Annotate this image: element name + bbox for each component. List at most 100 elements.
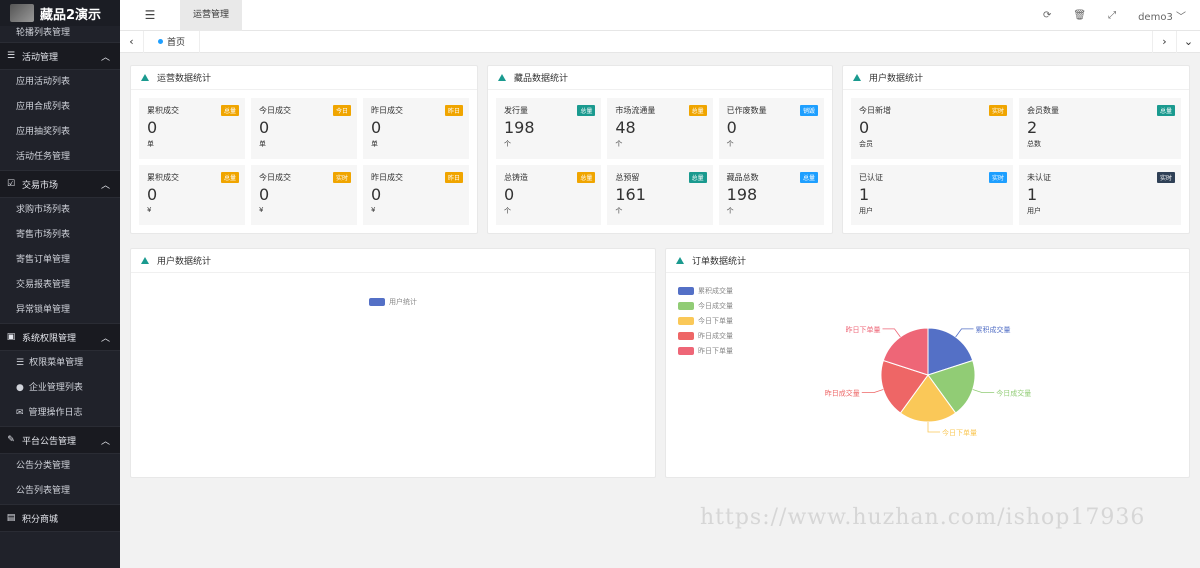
stat-unit: 用户 — [1027, 206, 1041, 215]
panel-user-stats: 用户数据统计 今日新增 实时 0 会员 会员数量 总量 2 总数 已认证 实时 1 用户 未认证 实时 1 用… — [842, 65, 1190, 234]
stat-value: 198 — [726, 184, 758, 204]
tab-operations[interactable]: 运营管理 — [180, 0, 243, 31]
list-icon: ☰ — [6, 51, 16, 61]
lock-icon: ▣ — [6, 332, 16, 342]
sidebar-group-market[interactable]: ☑ 交易市场 ︿ — [0, 170, 120, 198]
stat-value: 0 — [147, 184, 158, 204]
sidebar-group-notice[interactable]: ✎ 平台公告管理 ︿ — [0, 426, 120, 454]
mail-icon: ✉ — [16, 408, 24, 418]
stat-unit: 个 — [504, 140, 511, 148]
sidebar-item[interactable]: 应用抽奖列表 — [0, 120, 120, 145]
app-title: 藏品2演示 — [40, 7, 102, 23]
stat-value: 198 — [504, 118, 535, 137]
legend-item-user-stats[interactable]: 用户统计 — [369, 294, 417, 309]
edit-icon: ✎ — [7, 435, 15, 445]
stat-badge: 实时 — [332, 171, 351, 183]
chevron-down-icon[interactable]: ⌄ — [1176, 30, 1200, 53]
sidebar-item[interactable]: 应用活动列表 — [0, 70, 120, 95]
sidebar-group-permissions[interactable]: ▣ 系统权限管理 ︿ — [0, 323, 120, 351]
stat-unit: 单 — [259, 140, 266, 148]
stat-card: 总铸造 总量 0 个 — [496, 164, 602, 225]
watermark: https://www.huzhan.com/ishop17936 — [700, 505, 1146, 530]
stat-badge: 总量 — [220, 105, 239, 116]
stat-card: 藏品总数 总量 198 个 — [718, 164, 824, 225]
warning-icon — [141, 257, 149, 264]
chevron-right-icon[interactable]: › — [1152, 30, 1176, 53]
panel-ops-stats: 运营数据统计 累积成交 总量 0 单今日成交 今日 0 单昨日成交 昨日 0 单累积成交 总量 0 ¥ 今… — [130, 65, 478, 234]
stat-value: 48 — [615, 118, 636, 137]
stat-value: 0 — [259, 184, 270, 204]
stat-badge: 今日 — [332, 105, 351, 116]
stat-unit: 个 — [615, 206, 623, 215]
sidebar-item[interactable]: 应用合成列表 — [0, 95, 120, 120]
chevron-up-icon: ︿ — [100, 333, 110, 344]
refresh-icon[interactable]: ⟳ — [1043, 10, 1051, 21]
sidebar-item[interactable]: 公告分类管理 — [0, 454, 120, 479]
pie-label: 昨日成交量 — [825, 389, 860, 398]
stat-card: 今日新增 实时 0 会员 — [851, 98, 1013, 159]
sidebar-item-carousel[interactable]: 轮播列表管理 — [0, 26, 120, 42]
sidebar-item[interactable]: 寄售市场列表 — [0, 223, 120, 248]
chevron-left-icon[interactable]: ‹ — [120, 30, 144, 53]
pie-label-line — [861, 389, 884, 394]
sidebar-group-activity[interactable]: ☰ 活动管理 ︿ — [0, 42, 120, 70]
stat-unit: 总数 — [1027, 140, 1041, 148]
stat-unit: 个 — [726, 140, 734, 148]
sidebar-group-points-mall[interactable]: ▤ 积分商城 — [0, 504, 120, 532]
chevron-up-icon: ︿ — [100, 52, 110, 63]
panel-title: 运营数据统计 — [157, 74, 212, 84]
stat-badge: 总量 — [1156, 105, 1175, 116]
stat-title: 今日新增 — [859, 106, 891, 115]
stat-badge: 昨日 — [444, 171, 463, 183]
sidebar-item[interactable]: 寄售订单管理 — [0, 248, 120, 273]
pie-label: 今日下单量 — [942, 428, 977, 437]
stat-badge: 总量 — [220, 171, 239, 183]
tab-home[interactable]: 首页 — [144, 30, 201, 53]
sidebar-item[interactable]: ☰ 权限菜单管理 — [0, 351, 120, 376]
stat-card: 已作废数量 销毁 0 个 — [718, 98, 824, 159]
stat-unit: 个 — [504, 206, 511, 215]
stat-card: 未认证 实时 1 用户 — [1019, 164, 1181, 225]
sidebar-item[interactable]: ● 企业管理列表 — [0, 376, 120, 401]
panel-title: 用户数据统计 — [869, 74, 924, 84]
sidebar-item[interactable]: 求购市场列表 — [0, 198, 120, 223]
tab-bar: ‹ 首页 › ⌄ — [120, 30, 1200, 53]
app-logo[interactable]: 藏品2演示 — [0, 0, 120, 26]
stat-badge: 总量 — [688, 171, 707, 183]
sidebar-item[interactable]: ✉ 管理操作日志 — [0, 401, 120, 426]
stat-title: 已认证 — [859, 172, 883, 182]
stat-value: 1 — [859, 184, 870, 204]
trash-icon[interactable]: 🗑 — [1073, 10, 1086, 21]
fullscreen-icon[interactable]: ⤢ — [1108, 10, 1116, 21]
chevron-up-icon: ︿ — [100, 436, 110, 447]
menu-toggle-icon[interactable]: ☰ — [120, 8, 180, 22]
sidebar-item[interactable]: 异常锁单管理 — [0, 298, 120, 323]
stat-unit: ¥ — [259, 205, 264, 214]
panel-title: 藏品数据统计 — [514, 74, 569, 84]
stat-unit: ¥ — [147, 205, 152, 214]
user-menu[interactable]: demo3 ﹀ — [1138, 8, 1186, 23]
stat-value: 161 — [615, 184, 646, 204]
stat-value: 1 — [1027, 184, 1038, 204]
stat-card: 市场流通量 总量 48 个 — [607, 98, 713, 159]
stat-badge: 实时 — [1156, 171, 1175, 183]
panel-title: 用户数据统计 — [157, 257, 212, 267]
checkbox-icon: ☑ — [6, 179, 16, 189]
stat-value: 0 — [259, 118, 270, 137]
sidebar: 藏品2演示 轮播列表管理 ☰ 活动管理 ︿ 应用活动列表 应用合成列表 应用抽奖… — [0, 0, 120, 568]
chevron-down-icon: ﹀ — [1176, 11, 1186, 23]
stat-badge: 总量 — [688, 105, 707, 116]
stat-unit: 单 — [147, 140, 154, 148]
stat-badge: 实时 — [988, 171, 1007, 183]
stat-unit: 会员 — [859, 140, 873, 148]
sidebar-item[interactable]: 公告列表管理 — [0, 479, 120, 504]
sidebar-item[interactable]: 活动任务管理 — [0, 145, 120, 170]
panel-order-chart: 订单数据统计 累积成交量 今日成交量 今日下单量 昨日成交量 昨日下单量 累积成交量 今日… — [665, 248, 1190, 478]
logo-icon — [10, 4, 34, 22]
user-icon: ● — [16, 383, 24, 393]
stat-badge: 总量 — [799, 171, 818, 183]
stat-unit: 个 — [615, 140, 623, 148]
stat-value: 0 — [371, 184, 382, 204]
sidebar-item[interactable]: 交易报表管理 — [0, 273, 120, 298]
cart-icon: ▤ — [6, 513, 16, 523]
